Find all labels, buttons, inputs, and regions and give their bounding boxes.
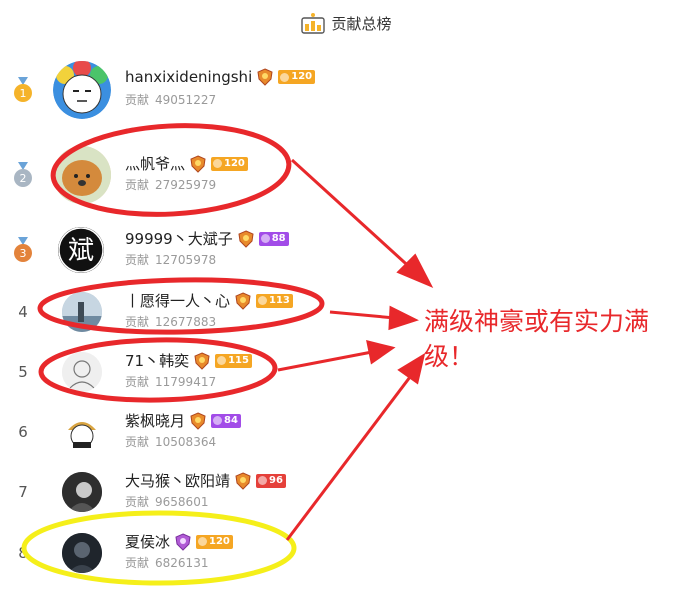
- contribution-value: 49051227: [155, 93, 217, 107]
- svg-text:3: 3: [20, 247, 27, 260]
- annotation-text: 满级神豪或有实力满级！: [424, 307, 650, 371]
- level-icon: [280, 72, 290, 82]
- contribution-value: 10508364: [155, 435, 217, 449]
- rank-number: 8: [18, 544, 28, 562]
- list-item[interactable]: 2 灬帆爷灬 120 贡献 27925979: [0, 145, 693, 205]
- noble-shield-icon: [234, 291, 252, 310]
- user-name[interactable]: 大马猴丶欧阳靖: [125, 470, 230, 491]
- user-name[interactable]: 灬帆爷灬: [125, 153, 185, 174]
- user-name-line: 夏侯冰 120: [125, 531, 233, 552]
- contribution-label: 贡献: [125, 315, 150, 329]
- level-badge: 120: [211, 156, 248, 171]
- level-icon: [213, 159, 223, 168]
- user-name-line: 大马猴丶欧阳靖 96: [125, 470, 286, 491]
- avatar[interactable]: [62, 472, 102, 512]
- rank-number: 5: [18, 363, 28, 381]
- gold-medal-icon: 1: [12, 77, 34, 103]
- contribution-value: 6826131: [155, 556, 209, 570]
- rank-number: 4: [18, 303, 28, 321]
- contribution-line: 贡献 49051227: [125, 91, 216, 108]
- user-name[interactable]: 夏侯冰: [125, 531, 170, 552]
- level-icon: [258, 296, 268, 305]
- avatar[interactable]: 斌: [58, 227, 104, 273]
- list-item[interactable]: 1 hanxixideningshi 120 贡献 49051227: [0, 60, 693, 120]
- podium-icon: [301, 12, 326, 34]
- avatar-text: 斌: [68, 236, 94, 266]
- svg-text:1: 1: [20, 87, 27, 100]
- list-item[interactable]: 6 紫枫晓月 84 贡献 10508364: [0, 402, 693, 462]
- contribution-label: 贡献: [125, 495, 150, 509]
- user-name[interactable]: 丨愿得一人丶心: [125, 290, 230, 311]
- avatar[interactable]: [62, 292, 102, 332]
- noble-shield-icon: [237, 229, 255, 248]
- ranking-header: 贡献总榜: [0, 8, 693, 38]
- list-item[interactable]: 7 大马猴丶欧阳靖 96 贡献 9658601: [0, 462, 693, 522]
- contribution-line: 贡献 12677883: [125, 313, 216, 330]
- noble-shield-icon: [256, 68, 274, 86]
- contribution-line: 贡献 27925979: [125, 176, 216, 193]
- rank-number: 7: [18, 483, 28, 501]
- level-badge: 120: [278, 70, 316, 84]
- list-item[interactable]: 8 夏侯冰 120 贡献 6826131: [0, 523, 693, 583]
- level-icon: [258, 476, 268, 485]
- avatar[interactable]: [62, 352, 102, 392]
- contribution-line: 贡献 12705978: [125, 251, 216, 268]
- page-title: 贡献总榜: [331, 14, 392, 33]
- noble-shield-icon: [189, 411, 207, 430]
- svg-text:2: 2: [20, 172, 27, 185]
- list-item[interactable]: 3 斌 99999丶大斌子 88 贡献 12705978: [0, 220, 693, 280]
- user-name[interactable]: 71丶韩奕: [125, 350, 189, 371]
- user-name-line: 99999丶大斌子 88: [125, 228, 289, 249]
- level-badge: 84: [211, 413, 241, 428]
- level-badge: 96: [256, 473, 286, 488]
- level-icon: [217, 356, 227, 365]
- contribution-label: 贡献: [125, 178, 150, 192]
- user-name-line: 丨愿得一人丶心 113: [125, 290, 293, 311]
- user-name[interactable]: 紫枫晓月: [125, 410, 185, 431]
- user-name-line: hanxixideningshi 120: [125, 68, 316, 86]
- user-name[interactable]: hanxixideningshi: [125, 68, 252, 86]
- level-icon: [260, 234, 270, 243]
- contribution-label: 贡献: [125, 375, 150, 389]
- contribution-value: 11799417: [155, 375, 217, 389]
- noble-shield-icon: [174, 532, 192, 551]
- contribution-line: 贡献 6826131: [125, 554, 208, 571]
- contribution-line: 贡献 11799417: [125, 373, 216, 390]
- user-name-line: 71丶韩奕 115: [125, 350, 252, 371]
- level-icon: [198, 537, 208, 546]
- noble-shield-icon: [234, 471, 252, 490]
- silver-medal-icon: 2: [12, 162, 34, 188]
- contribution-value: 12705978: [155, 253, 217, 267]
- avatar[interactable]: [53, 61, 111, 119]
- level-icon: [213, 416, 223, 425]
- user-name-line: 灬帆爷灬 120: [125, 153, 248, 174]
- level-badge: 120: [196, 534, 233, 549]
- level-badge: 113: [256, 293, 293, 308]
- contribution-value: 9658601: [155, 495, 209, 509]
- bronze-medal-icon: 3: [12, 237, 34, 263]
- contribution-label: 贡献: [125, 253, 150, 267]
- contribution-value: 27925979: [155, 178, 217, 192]
- contribution-label: 贡献: [125, 435, 150, 449]
- avatar[interactable]: [53, 146, 111, 204]
- level-badge: 115: [215, 353, 252, 368]
- avatar[interactable]: [62, 533, 102, 573]
- contribution-line: 贡献 10508364: [125, 433, 216, 450]
- user-name-line: 紫枫晓月 84: [125, 410, 241, 431]
- level-badge: 88: [258, 231, 289, 246]
- contribution-label: 贡献: [125, 93, 150, 107]
- noble-shield-icon: [189, 154, 207, 173]
- avatar[interactable]: [62, 412, 102, 452]
- contribution-value: 12677883: [155, 315, 217, 329]
- noble-shield-icon: [193, 351, 211, 370]
- rank-number: 6: [18, 423, 28, 441]
- contribution-line: 贡献 9658601: [125, 493, 208, 510]
- user-name[interactable]: 99999丶大斌子: [125, 228, 233, 249]
- contribution-label: 贡献: [125, 556, 150, 570]
